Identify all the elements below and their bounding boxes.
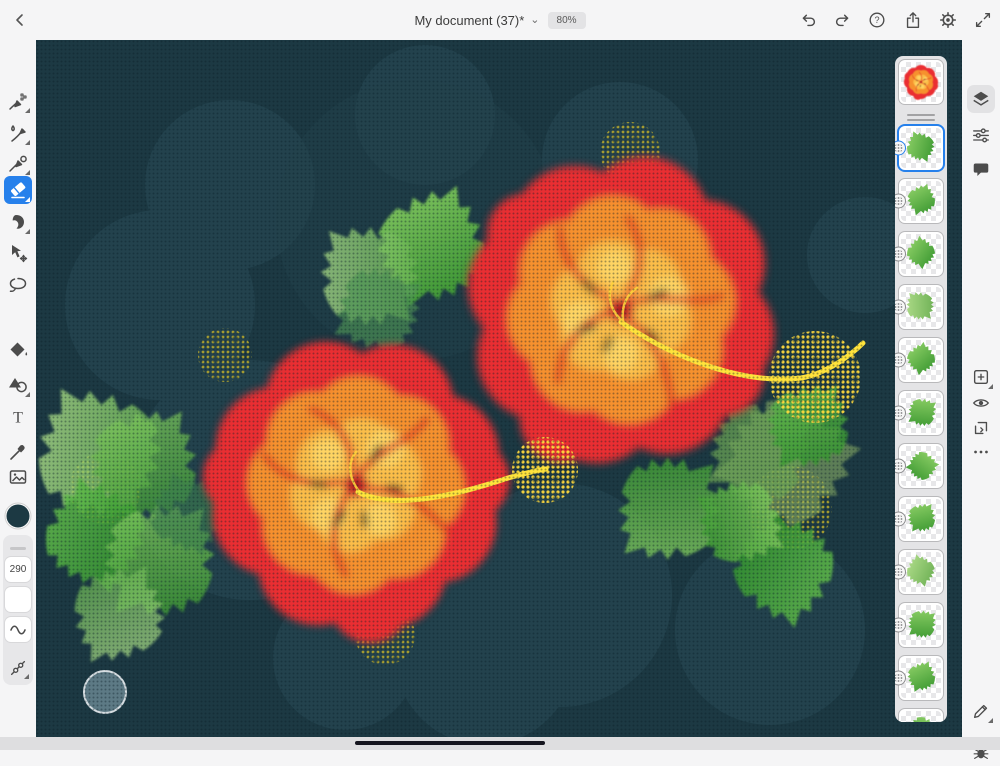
- layer-thumbnail-leaf[interactable]: [895, 656, 943, 700]
- layers-tab-button[interactable]: [967, 85, 995, 113]
- layer-thumbnail-leaf[interactable]: [899, 709, 943, 722]
- eyedropper-tool[interactable]: [4, 438, 32, 466]
- undo-button[interactable]: [796, 8, 820, 32]
- top-bar: My document (37)* ⌄ 80% ?: [0, 0, 1000, 40]
- brush-settings-button[interactable]: [5, 655, 31, 681]
- back-button[interactable]: [8, 8, 32, 32]
- live-brush-tool[interactable]: [4, 119, 32, 147]
- chevron-down-icon[interactable]: ⌄: [530, 13, 539, 26]
- drawing-canvas[interactable]: [36, 40, 962, 737]
- layer-thumbnail-leaf[interactable]: [895, 391, 943, 435]
- move-tool[interactable]: [4, 239, 32, 267]
- leaf-layer-preview: [905, 340, 938, 378]
- zoom-level-badge[interactable]: 80%: [547, 11, 586, 29]
- bottom-bar: [0, 737, 1000, 750]
- svg-text:T: T: [13, 410, 23, 427]
- leaf-layer-list: [895, 126, 943, 722]
- artwork: [36, 40, 962, 737]
- leaf-layer-preview: [901, 287, 941, 327]
- eraser-icon: [11, 182, 26, 199]
- fill-tool[interactable]: [4, 336, 32, 364]
- image-icon: [9, 470, 27, 484]
- layer-thumbnail-leaf[interactable]: [895, 444, 943, 488]
- color-swatch[interactable]: [5, 503, 31, 529]
- paint-bucket-icon: [10, 342, 28, 357]
- smudge-tool[interactable]: [4, 208, 32, 236]
- fullscreen-icon[interactable]: [971, 8, 995, 32]
- leaf-layer-preview: [902, 712, 941, 722]
- layer-thumbnail-leaf[interactable]: [895, 126, 943, 170]
- adjustments-button[interactable]: [967, 121, 995, 149]
- eye-icon: [972, 399, 990, 407]
- place-image-tool[interactable]: [4, 463, 32, 491]
- layer-thumbnail-leaf[interactable]: [895, 497, 943, 541]
- layer-thumbnail-flower[interactable]: [899, 60, 943, 104]
- share-icon[interactable]: [901, 8, 925, 32]
- precision-tools-button[interactable]: [967, 697, 995, 725]
- leaf-layer-preview: [901, 658, 941, 698]
- layer-thumbnail-leaf[interactable]: [895, 338, 943, 382]
- comments-button[interactable]: [967, 155, 995, 183]
- brush-settings-icon: [10, 660, 26, 676]
- smoothing-wave-icon: [10, 624, 26, 635]
- leaf-layer-preview: [905, 234, 937, 271]
- sliders-icon: [973, 128, 989, 143]
- leaf-layer-preview: [904, 450, 941, 482]
- flower-layer-preview: [901, 62, 941, 102]
- layers-panel: [895, 56, 947, 722]
- lasso-select-tool[interactable]: [4, 271, 32, 299]
- svg-text:?: ?: [874, 15, 879, 25]
- pencil-icon: [973, 704, 988, 719]
- more-options-button[interactable]: [967, 438, 995, 466]
- tool-bar: T 290: [0, 40, 36, 750]
- redo-button[interactable]: [831, 8, 855, 32]
- comment-icon: [973, 163, 989, 176]
- leaf-layer-preview: [902, 552, 939, 591]
- layer-thumbnail-leaf[interactable]: [895, 232, 943, 276]
- vector-brush-icon: [9, 155, 27, 172]
- leaf-layer-preview: [902, 181, 941, 221]
- layer-thumbnail-leaf[interactable]: [895, 179, 943, 223]
- eraser-tool[interactable]: [4, 176, 32, 204]
- plus-square-icon: [973, 369, 989, 385]
- opacity-swatch[interactable]: [5, 587, 31, 612]
- leaf-layer-preview: [901, 605, 941, 645]
- layer-visibility-button[interactable]: [967, 389, 995, 417]
- text-tool[interactable]: T: [4, 403, 32, 431]
- vector-brush-tool[interactable]: [4, 149, 32, 177]
- settings-gear-icon[interactable]: [936, 8, 960, 32]
- layers-group-divider[interactable]: [906, 114, 936, 122]
- layers-icon: [973, 91, 989, 106]
- ellipsis-icon: [974, 450, 988, 454]
- shapes-icon: [9, 378, 27, 393]
- right-rail: [962, 40, 1000, 759]
- pixel-brush-icon: [9, 93, 27, 110]
- smoothing-toggle[interactable]: [5, 617, 31, 642]
- pixel-brush-tool[interactable]: [4, 87, 32, 115]
- leaf-layer-preview: [901, 128, 941, 168]
- brush-size-slider[interactable]: [10, 547, 26, 550]
- eyedropper-icon: [10, 445, 25, 460]
- move-layer-icon: [974, 421, 988, 435]
- help-button[interactable]: ?: [865, 8, 889, 32]
- move-icon: [12, 245, 28, 263]
- add-layer-button[interactable]: [967, 363, 995, 391]
- watercolor-brush-icon: [11, 125, 26, 142]
- smudge-icon: [12, 215, 24, 229]
- home-indicator[interactable]: [355, 741, 545, 745]
- shapes-tool[interactable]: [4, 371, 32, 399]
- layer-thumbnail-leaf[interactable]: [895, 285, 943, 329]
- leaf-layer-preview: [901, 393, 941, 433]
- lasso-icon: [9, 277, 27, 293]
- leaf-layer-preview: [901, 499, 941, 539]
- layer-thumbnail-leaf[interactable]: [895, 603, 943, 647]
- layer-thumbnail-leaf[interactable]: [895, 550, 943, 594]
- document-title[interactable]: My document (37)*: [414, 13, 524, 28]
- text-icon: T: [13, 410, 23, 427]
- brush-size-value[interactable]: 290: [5, 557, 31, 582]
